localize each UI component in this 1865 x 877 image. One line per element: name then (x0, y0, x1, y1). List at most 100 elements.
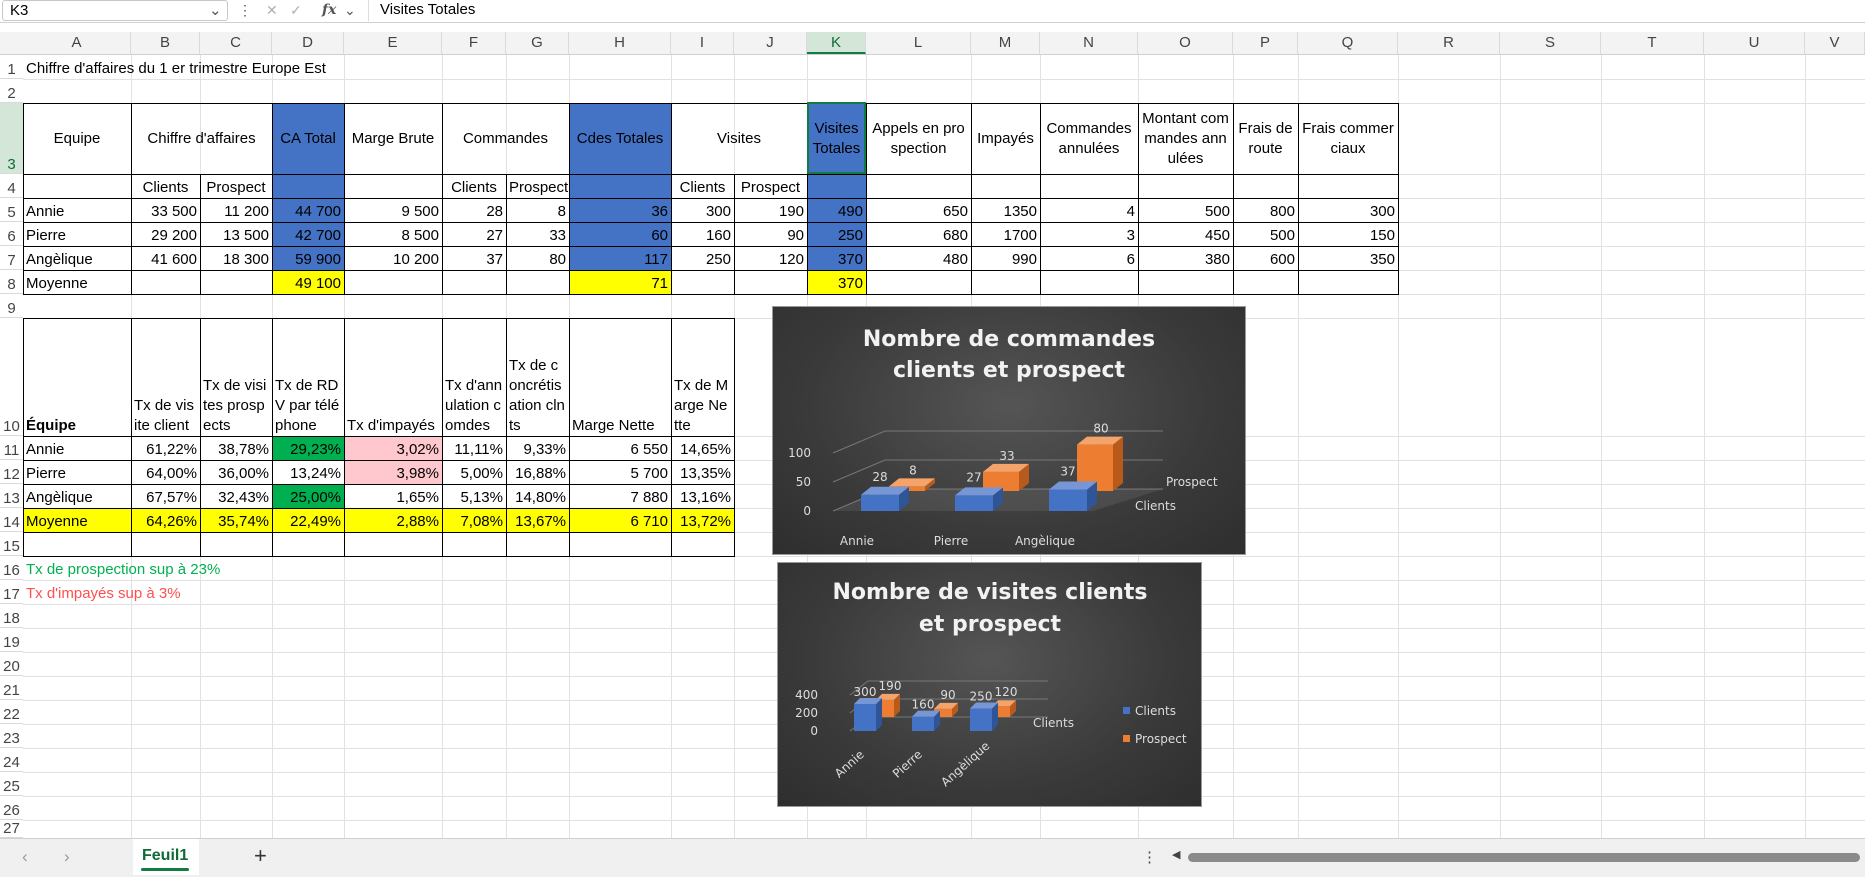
data-cell[interactable]: 13 500 (200, 222, 272, 246)
header2-g[interactable]: Tx de concrétisation clnts (506, 318, 569, 436)
chevron-down-icon[interactable]: ⌄ (344, 0, 356, 20)
data-cell[interactable]: 11 200 (200, 198, 272, 222)
cancel-icon[interactable]: ✕ (266, 0, 278, 20)
data-cell[interactable]: 33 500 (131, 198, 200, 222)
column-header-K[interactable]: K (807, 32, 866, 54)
row-header-23[interactable]: 23 (0, 724, 23, 748)
data-cell[interactable]: 7,08% (442, 508, 506, 532)
note-impayes[interactable]: Tx d'impayés sup à 3% (23, 580, 442, 604)
data-cell[interactable]: 29,23% (272, 436, 344, 460)
data-cell[interactable]: 350 (1298, 246, 1398, 270)
row-header-2[interactable]: 2 (0, 79, 23, 103)
data-cell[interactable]: 370 (807, 246, 866, 270)
row-label[interactable]: Pierre (23, 222, 131, 246)
add-sheet-button[interactable]: + (254, 843, 267, 869)
row-label[interactable]: Annie (23, 198, 131, 222)
data-cell[interactable]: 490 (807, 198, 866, 222)
row-header-9[interactable]: 9 (0, 294, 23, 318)
data-cell[interactable]: 10 200 (344, 246, 442, 270)
data-cell[interactable]: 5,00% (442, 460, 506, 484)
row-header-3[interactable]: 3 (0, 103, 23, 174)
data-cell[interactable]: 64,00% (131, 460, 200, 484)
column-header-R[interactable]: R (1398, 32, 1500, 54)
data-cell[interactable]: 680 (866, 222, 971, 246)
data-cell[interactable]: 800 (1233, 198, 1298, 222)
row-label[interactable]: Annie (23, 436, 131, 460)
header-ca_total[interactable]: CA Total (272, 103, 344, 174)
data-cell[interactable]: 250 (671, 246, 734, 270)
row-label[interactable]: Angèlique (23, 484, 131, 508)
row-header-15[interactable]: 15 (0, 532, 23, 556)
header-equipe2[interactable]: Équipe (23, 318, 131, 436)
row-header-21[interactable]: 21 (0, 676, 23, 700)
row-header-7[interactable]: 7 (0, 246, 23, 270)
data-cell[interactable]: 25,00% (272, 484, 344, 508)
column-header-J[interactable]: J (734, 32, 807, 54)
row-header-22[interactable]: 22 (0, 700, 23, 724)
row-header-26[interactable]: 26 (0, 796, 23, 820)
column-header-Q[interactable]: Q (1298, 32, 1398, 54)
more-options-icon[interactable]: ⋮ (1142, 848, 1157, 866)
row-header-24[interactable]: 24 (0, 748, 23, 772)
data-cell[interactable]: 117 (569, 246, 671, 270)
subheader-clients[interactable]: Clients (131, 174, 200, 198)
row-header-18[interactable]: 18 (0, 604, 23, 628)
more-options-icon[interactable]: ⋮ (238, 0, 252, 20)
header2-f[interactable]: Tx d'annulation comdes (442, 318, 506, 436)
subheader-prospect[interactable]: Prospect (734, 174, 807, 198)
data-cell[interactable]: 8 (506, 198, 569, 222)
formula-input[interactable]: Visites Totales (380, 0, 475, 20)
data-cell[interactable]: 33 (506, 222, 569, 246)
column-header-C[interactable]: C (200, 32, 272, 54)
column-header-V[interactable]: V (1805, 32, 1865, 54)
bar-clients[interactable] (861, 494, 899, 511)
data-cell[interactable]: 36,00% (200, 460, 272, 484)
row-header-11[interactable]: 11 (0, 436, 23, 460)
row-header-12[interactable]: 12 (0, 460, 23, 484)
data-cell[interactable]: 14,65% (671, 436, 734, 460)
column-header-L[interactable]: L (866, 32, 971, 54)
note-prospection[interactable]: Tx de prospection sup à 23% (23, 556, 442, 580)
data-cell[interactable]: 38,78% (200, 436, 272, 460)
bar-clients[interactable] (955, 495, 993, 511)
subheader-clients[interactable]: Clients (442, 174, 506, 198)
header2-c[interactable]: Tx de visites prospects (200, 318, 272, 436)
header2-d[interactable]: Tx de RDV par téléphone (272, 318, 344, 436)
row-header-20[interactable]: 20 (0, 652, 23, 676)
data-cell[interactable]: 22,49% (272, 508, 344, 532)
bar-clients[interactable] (854, 704, 876, 731)
row-label[interactable]: Angèlique (23, 246, 131, 270)
data-cell[interactable]: 80 (506, 246, 569, 270)
sheet-tab-feuil1[interactable]: Feuil1 (133, 839, 199, 875)
data-cell[interactable]: 35,74% (200, 508, 272, 532)
column-header-A[interactable]: A (23, 32, 131, 54)
subheader-prospect[interactable]: Prospect (506, 174, 569, 198)
data-cell[interactable]: 32,43% (200, 484, 272, 508)
chevron-down-icon[interactable]: ⌄ (209, 1, 222, 21)
data-cell[interactable]: 300 (671, 198, 734, 222)
column-header-O[interactable]: O (1138, 32, 1233, 54)
average-cell[interactable]: 49 100 (272, 270, 344, 294)
data-cell[interactable]: 6 (1040, 246, 1138, 270)
data-cell[interactable]: 60 (569, 222, 671, 246)
column-header-T[interactable]: T (1601, 32, 1704, 54)
column-header-G[interactable]: G (506, 32, 569, 54)
column-header-M[interactable]: M (971, 32, 1040, 54)
bar-clients[interactable] (912, 716, 934, 731)
row-header-6[interactable]: 6 (0, 222, 23, 246)
data-cell[interactable]: 11,11% (442, 436, 506, 460)
data-cell[interactable]: 13,24% (272, 460, 344, 484)
header-cmd[interactable]: Commandes (442, 103, 569, 174)
column-header-D[interactable]: D (272, 32, 344, 54)
row-header-1[interactable]: 1 (0, 55, 23, 79)
data-cell[interactable]: 67,57% (131, 484, 200, 508)
data-cell[interactable]: 13,35% (671, 460, 734, 484)
header-equipe[interactable]: Equipe (23, 103, 131, 174)
data-cell[interactable]: 1350 (971, 198, 1040, 222)
data-cell[interactable]: 500 (1138, 198, 1233, 222)
sheet-title[interactable]: Chiffre d'affaires du 1 er trimestre Eur… (23, 55, 671, 79)
scroll-right-icon[interactable]: › (64, 847, 70, 867)
column-header-F[interactable]: F (442, 32, 506, 54)
header-cmd_ann[interactable]: Commandes annulées (1040, 103, 1138, 174)
name-box[interactable]: K3 ⌄ (2, 0, 228, 21)
